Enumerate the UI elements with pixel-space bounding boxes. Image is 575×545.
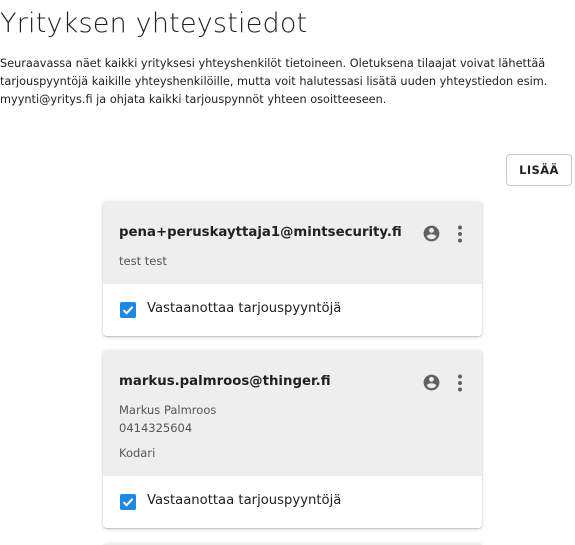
contact-name: test test	[119, 254, 167, 268]
contact-card-header: markus.palmroos@thinger.fi Markus Palmro…	[103, 350, 482, 476]
receives-requests-label: Vastaanottaa tarjouspyyntöjä	[147, 493, 342, 508]
checkbox-checked-icon	[122, 306, 134, 315]
page-description: Seuraavassa näet kaikki yrityksesi yhtey…	[0, 57, 548, 106]
account-circle-icon[interactable]	[422, 224, 441, 243]
contact-email: markus.palmroos@thinger.fi	[119, 374, 331, 389]
contact-card: pena+peruskayttaja1@mintsecurity.fi test…	[103, 201, 482, 336]
contact-phone: 0414325604	[119, 421, 193, 435]
more-vert-icon[interactable]	[451, 373, 469, 393]
contact-name: Markus Palmroos	[119, 403, 217, 417]
account-circle-icon[interactable]	[422, 373, 441, 392]
contact-card-footer: Vastaanottaa tarjouspyyntöjä	[103, 476, 482, 528]
contact-title: Kodari	[119, 446, 156, 460]
contact-card-header: pena+peruskayttaja1@mintsecurity.fi test…	[103, 201, 482, 284]
receives-requests-checkbox[interactable]	[120, 494, 136, 510]
receives-requests-label: Vastaanottaa tarjouspyyntöjä	[147, 301, 342, 316]
more-vert-icon[interactable]	[451, 224, 469, 244]
contact-card-footer: Vastaanottaa tarjouspyyntöjä	[103, 284, 482, 336]
contact-email: pena+peruskayttaja1@mintsecurity.fi	[119, 225, 402, 240]
add-contact-button[interactable]: LISÄÄ	[506, 154, 572, 186]
contacts-page: Yrityksen yhteystiedot Seuraavassa näet …	[0, 0, 575, 545]
contact-card: markus.palmroos@thinger.fi Markus Palmro…	[103, 350, 482, 528]
receives-requests-checkbox[interactable]	[120, 302, 136, 318]
checkbox-checked-icon	[122, 498, 134, 507]
page-title: Yrityksen yhteystiedot	[0, 8, 308, 39]
